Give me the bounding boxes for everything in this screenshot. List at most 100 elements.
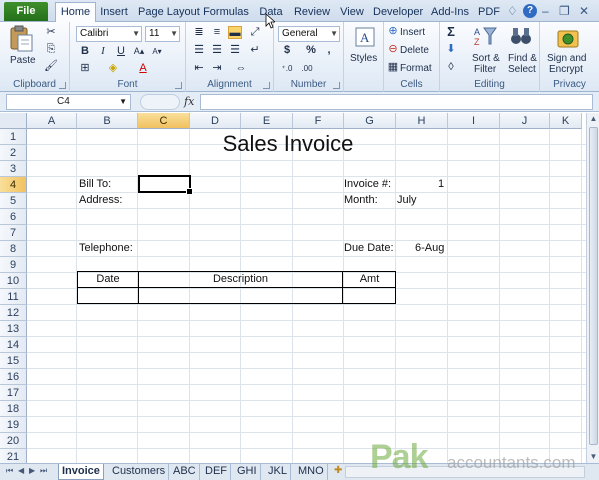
sheet-tab-ghi[interactable]: GHI [234, 464, 261, 480]
borders-icon[interactable]: ⊞ [78, 62, 92, 75]
scroll-up-icon[interactable]: ▲ [588, 113, 599, 125]
scroll-down-icon[interactable]: ▼ [588, 451, 599, 463]
formula-input[interactable] [200, 94, 593, 110]
tab-formulas[interactable]: Formulas [203, 3, 249, 22]
row-header-7[interactable]: 7 [0, 225, 27, 241]
sort-filter-label-1[interactable]: Sort & [472, 53, 500, 64]
shrink-font-icon[interactable]: A▾ [150, 45, 164, 58]
delete-cells-button[interactable]: Delete [400, 45, 429, 56]
row-header-6[interactable]: 6 [0, 209, 27, 225]
font-family-select[interactable]: Calibri ▼ [76, 26, 142, 42]
minimize-ribbon-icon[interactable]: ♢ [507, 4, 518, 18]
currency-button[interactable]: $ [280, 44, 294, 57]
prev-sheet-icon[interactable]: ◀ [18, 466, 24, 475]
row-header-10[interactable]: 10 [0, 273, 27, 289]
insert-function-icon[interactable]: fx [184, 95, 194, 108]
align-center-icon[interactable]: ☰ [210, 44, 224, 57]
tab-review[interactable]: Review [293, 3, 331, 22]
row-header-12[interactable]: 12 [0, 305, 27, 321]
sign-encrypt-label-2[interactable]: Encrypt [549, 64, 583, 75]
active-cell-c4[interactable] [138, 175, 193, 195]
window-minimize-icon[interactable]: – [542, 4, 549, 18]
autosum-button[interactable]: Σ [444, 25, 458, 38]
fill-icon[interactable]: ⬇ [444, 43, 458, 56]
number-launcher[interactable] [333, 82, 340, 89]
tab-developer[interactable]: Developer [373, 3, 423, 22]
vertical-scrollbar[interactable]: ▲ ▼ [586, 113, 599, 463]
window-close-icon[interactable]: ✕ [579, 4, 589, 18]
format-painter-icon[interactable]: 🖌 [44, 60, 58, 73]
column-header-g[interactable]: G [344, 113, 396, 129]
column-header-h[interactable]: H [396, 113, 448, 129]
sheet-tab-invoice[interactable]: Invoice [58, 464, 104, 480]
row-header-3[interactable]: 3 [0, 161, 27, 177]
select-all-corner[interactable] [0, 113, 27, 129]
row-header-8[interactable]: 8 [0, 241, 27, 257]
tab-home[interactable]: Home [55, 2, 96, 23]
sheet-tab-customers[interactable]: Customers [109, 464, 170, 480]
column-header-k[interactable]: K [550, 113, 582, 129]
styles-button[interactable]: Styles [350, 53, 377, 64]
wrap-text-icon[interactable]: ↵ [248, 44, 262, 57]
formula-bar-expander[interactable] [140, 94, 180, 110]
tab-add-ins[interactable]: Add-Ins [430, 3, 470, 22]
row-header-20[interactable]: 20 [0, 433, 27, 449]
row-header-16[interactable]: 16 [0, 369, 27, 385]
insert-cells-button[interactable]: Insert [400, 27, 425, 38]
decrease-indent-icon[interactable]: ⇤ [192, 62, 206, 75]
column-header-d[interactable]: D [190, 113, 241, 129]
clipboard-launcher[interactable] [59, 82, 66, 89]
row-header-19[interactable]: 19 [0, 417, 27, 433]
font-launcher[interactable] [175, 82, 182, 89]
comma-button[interactable]: , [322, 44, 336, 57]
find-select-label-1[interactable]: Find & [508, 53, 537, 64]
column-header-e[interactable]: E [241, 113, 293, 129]
sheet-tab-mno[interactable]: MNO [295, 464, 328, 480]
align-right-icon[interactable]: ☰ [228, 44, 242, 57]
row-header-11[interactable]: 11 [0, 289, 27, 305]
number-format-select[interactable]: General ▼ [278, 26, 340, 42]
row-header-2[interactable]: 2 [0, 145, 27, 161]
decrease-decimal-icon[interactable]: .00 [300, 62, 314, 75]
insert-sheet-icon[interactable]: ✚ [334, 465, 342, 476]
row-header-4[interactable]: 4 [0, 177, 27, 193]
font-size-select[interactable]: 11 ▼ [145, 26, 180, 42]
find-select-label-2[interactable]: Select [508, 64, 536, 75]
row-header-18[interactable]: 18 [0, 401, 27, 417]
tab-file[interactable]: File [4, 2, 48, 21]
bold-button[interactable]: B [78, 45, 92, 58]
italic-button[interactable]: I [96, 45, 110, 58]
increase-indent-icon[interactable]: ⇥ [210, 62, 224, 75]
row-header-15[interactable]: 15 [0, 353, 27, 369]
first-sheet-icon[interactable]: ⏮ [6, 466, 13, 476]
column-header-b[interactable]: B [77, 113, 138, 129]
row-header-13[interactable]: 13 [0, 321, 27, 337]
underline-button[interactable]: U [114, 45, 128, 58]
next-sheet-icon[interactable]: ▶ [29, 466, 35, 475]
tab-pdf[interactable]: PDF [478, 3, 500, 22]
window-restore-icon[interactable]: ❐ [559, 4, 570, 18]
paste-button[interactable]: Paste [10, 55, 36, 66]
font-color-icon[interactable]: A [136, 62, 150, 75]
row-header-14[interactable]: 14 [0, 337, 27, 353]
align-bottom-icon[interactable]: ▬ [228, 26, 242, 39]
clear-icon[interactable]: ◊ [444, 61, 458, 74]
grow-font-icon[interactable]: A▴ [132, 45, 146, 58]
align-middle-icon[interactable]: ≡ [210, 26, 224, 39]
tab-insert[interactable]: Insert [98, 3, 130, 22]
sign-encrypt-label-1[interactable]: Sign and [547, 53, 586, 64]
format-cells-button[interactable]: Format [400, 63, 432, 74]
help-icon[interactable]: ? [523, 4, 537, 18]
percent-button[interactable]: % [304, 44, 318, 57]
last-sheet-icon[interactable]: ⏭ [40, 466, 47, 476]
tab-page-layout[interactable]: Page Layout [138, 3, 200, 22]
tab-view[interactable]: View [338, 3, 366, 22]
column-header-f[interactable]: F [293, 113, 344, 129]
increase-decimal-icon[interactable]: ⁺.0 [280, 62, 294, 75]
sheet-tab-abc[interactable]: ABC [170, 464, 200, 480]
orientation-icon[interactable]: ⤢ [248, 26, 262, 39]
column-header-a[interactable]: A [27, 113, 77, 129]
fill-color-icon[interactable]: ◈ [106, 62, 120, 75]
align-top-icon[interactable]: ≣ [192, 26, 206, 39]
alignment-launcher[interactable] [263, 82, 270, 89]
